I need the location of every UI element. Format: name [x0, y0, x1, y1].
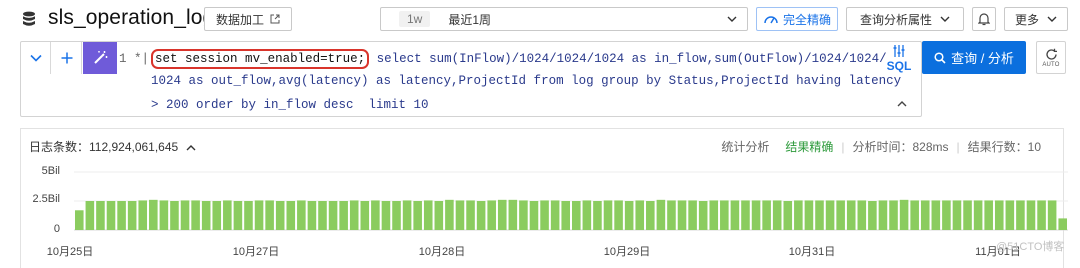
exact-mode-button[interactable]: 完全精确 — [756, 7, 838, 31]
header-bar: sls_operation_log 数据加工 1w 最近1周 完全精确 查询分析… — [0, 0, 1080, 38]
data-process-label: 数据加工 — [215, 12, 264, 27]
more-label: 更多 — [1014, 12, 1039, 27]
plus-icon — [61, 52, 72, 64]
query-line-2: 1024 as out_flow,avg(latency) as latency… — [151, 74, 902, 88]
x-tick-label: 10月27日 — [232, 246, 280, 258]
chevron-down-icon — [727, 16, 737, 22]
watermark: @51CTO博客 — [996, 241, 1065, 253]
add-query-button[interactable] — [52, 42, 82, 74]
highlighted-statement: set session mv_enabled=true; — [151, 49, 370, 69]
collapse-toggle[interactable] — [21, 42, 51, 74]
logstore-title: sls_operation_log — [48, 6, 215, 29]
x-tick-label: 10月31日 — [788, 246, 836, 258]
ai-assistant-button[interactable] — [83, 42, 117, 74]
time-range-picker[interactable]: 1w 最近1周 — [380, 7, 748, 31]
chevron-up-icon[interactable] — [897, 100, 907, 107]
chevron-down-icon — [1047, 16, 1057, 22]
search-analyze-label: 查询 / 分析 — [951, 51, 1014, 66]
magic-wand-icon — [94, 51, 108, 64]
query-line-1: 1 *| set session mv_enabled=true; select … — [119, 49, 887, 69]
time-range-label: 最近1周 — [448, 12, 492, 27]
auto-label: AUTO — [1042, 61, 1060, 68]
line-number: 1 — [119, 52, 127, 66]
log-count-label: 日志条数：112,924,061,645 — [29, 140, 179, 154]
database-icon — [23, 11, 35, 26]
chevron-down-icon — [29, 54, 42, 62]
x-tick-label: 10月28日 — [418, 246, 466, 258]
y-tick-label: 2.5Bil — [32, 193, 60, 205]
y-tick-label: 5Bil — [41, 165, 60, 177]
query-editor-box: 1 *| set session mv_enabled=true; select … — [20, 41, 922, 117]
search-icon — [934, 51, 946, 64]
refresh-icon — [1045, 48, 1057, 60]
x-tick-label: 10月25日 — [46, 246, 94, 258]
external-link-icon — [270, 14, 280, 24]
analysis-stats-link[interactable]: 统计分析 — [713, 138, 777, 155]
query-editor[interactable]: 1 *| set session mv_enabled=true; select … — [119, 42, 901, 116]
chevron-up-icon — [186, 145, 196, 151]
sql-mode-toggle[interactable]: SQL — [883, 45, 915, 77]
sliders-icon — [893, 45, 905, 57]
query-properties-button[interactable]: 查询分析属性 — [846, 7, 964, 31]
query-properties-label: 查询分析属性 — [859, 12, 932, 27]
chevron-down-icon — [940, 16, 950, 22]
time-quick-tag: 1w — [399, 11, 431, 27]
result-exact-status: 结果精确 — [785, 140, 834, 154]
sql-toggle-label: SQL — [886, 59, 912, 73]
more-button[interactable]: 更多 — [1004, 7, 1068, 31]
search-analyze-button[interactable]: 查询 / 分析 — [922, 41, 1026, 74]
x-tick-label: 10月29日 — [603, 246, 651, 258]
data-process-button[interactable]: 数据加工 — [204, 7, 292, 31]
alert-button[interactable] — [972, 7, 996, 31]
query-line-1-text: select sum(InFlow)/1024/1024/1024 as in_… — [369, 52, 887, 66]
results-panel: 日志条数：112,924,061,645 统计分析 结果精确 | 分析时间：82… — [20, 128, 1064, 268]
exact-mode-label: 完全精确 — [782, 12, 831, 27]
query-line-3: > 200 order by in_flow desc limit 10 — [151, 98, 429, 112]
query-prefix: *| — [134, 52, 150, 66]
bell-icon — [978, 13, 990, 26]
gauge-icon — [764, 16, 778, 24]
analysis-time: 分析时间：828ms — [852, 140, 949, 154]
result-rows: 结果行数：10 — [967, 140, 1041, 154]
y-tick-label: 0 — [53, 223, 60, 235]
auto-refresh-button[interactable]: AUTO — [1036, 41, 1066, 74]
log-count-toggle[interactable]: 日志条数：112,924,061,645 — [29, 138, 196, 155]
result-stats: 统计分析 结果精确 | 分析时间：828ms | 结果行数：10 — [713, 138, 1049, 155]
